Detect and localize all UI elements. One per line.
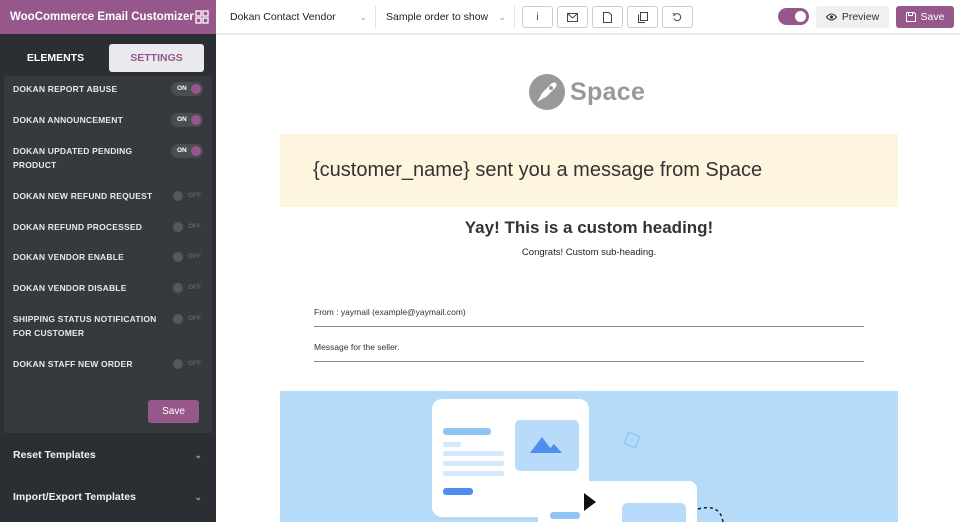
accordion-label: Reset Templates [13,449,96,461]
toggle-label: DOKAN NEW REFUND REQUEST [13,191,153,201]
toggle-label: DOKAN STAFF NEW ORDER [13,359,133,369]
toggle-row-shipping-status: SHIPPING STATUS NOTIFICATION FOR CUSTOME… [13,312,203,340]
toggle-row-refund-processed: DOKAN REFUND PROCESSED OFF [13,220,203,234]
toggle-switch[interactable]: OFF [171,357,203,371]
refresh-icon [672,12,682,21]
toggle-label: DOKAN ANNOUNCEMENT [13,115,124,125]
save-button[interactable]: Save [896,6,954,28]
illustration-image [432,399,724,522]
chevron-down-icon: ⌄ [498,11,506,22]
template-select[interactable]: Dokan Contact Vendor ⌄ [230,6,376,28]
sidebar-header: WooCommerce Email Customizer [0,0,216,34]
toggle-switch[interactable]: OFF [171,189,203,203]
toggle-label: DOKAN VENDOR ENABLE [13,252,125,262]
document-button[interactable] [592,6,623,28]
accordion-import-export[interactable]: Import/Export Templates ⌄ [0,477,216,517]
chevron-down-icon: ⌄ [194,491,202,502]
accordion-reset-templates[interactable]: Reset Templates ⌄ [0,435,216,475]
grid-icon[interactable] [195,10,209,24]
toggle-row-staff-new-order: DOKAN STAFF NEW ORDER OFF [13,357,203,371]
email-subheading[interactable]: Congrats! Custom sub-heading. [280,247,898,258]
email-heading[interactable]: Yay! This is a custom heading! [280,218,898,238]
toggle-switch[interactable]: OFF [171,250,203,264]
toggle-label: SHIPPING STATUS NOTIFICATION FOR CUSTOME… [13,314,157,338]
toggle-switch[interactable]: ON [171,82,203,96]
toggle-switch[interactable]: OFF [171,220,203,234]
app-title: WooCommerce Email Customizer [10,11,194,23]
sidebar-tabs: ELEMENTS SETTINGS [8,44,204,72]
toggle-switch[interactable]: OFF [171,312,203,326]
save-label: Save [920,11,945,23]
file-icon [603,11,612,23]
banner-text: {customer_name} sent you a message from … [313,159,763,181]
toggle-switch[interactable]: ON [171,144,203,158]
logo: Space [528,73,645,111]
copy-icon [637,11,648,23]
toggle-row-announcement: DOKAN ANNOUNCEMENT ON [13,113,203,127]
chevron-down-icon: ⌄ [359,11,367,22]
sidebar-save-button[interactable]: Save [148,400,199,423]
toggle-row-new-refund-request: DOKAN NEW REFUND REQUEST OFF [13,189,203,203]
envelope-icon [567,12,578,22]
tab-settings[interactable]: SETTINGS [109,44,204,72]
logo-text: Space [570,77,646,106]
order-select-value: Sample order to show [386,11,489,23]
toggle-row-report-abuse: DOKAN REPORT ABUSE ON [13,82,203,96]
toggle-switch[interactable]: OFF [171,281,203,295]
tab-elements[interactable]: ELEMENTS [8,44,103,72]
toggle-label: DOKAN VENDOR DISABLE [13,283,127,293]
preview-button[interactable]: Preview [816,6,889,28]
rocket-logo-icon [529,74,565,110]
email-banner[interactable]: {customer_name} sent you a message from … [280,134,898,207]
topbar: Dokan Contact Vendor ⌄ Sample order to s… [216,0,960,34]
accordion-label: Import/Export Templates [13,491,136,503]
sidebar: WooCommerce Email Customizer ELEMENTS SE… [0,0,216,522]
settings-panel: DOKAN REPORT ABUSE ON DOKAN ANNOUNCEMENT… [4,76,212,433]
toggle-switch[interactable]: ON [171,113,203,127]
from-field[interactable]: From : yaymail (example@yaymail.com) [314,307,864,327]
reset-button[interactable] [662,6,693,28]
toggle-label: DOKAN UPDATED PENDING PRODUCT [13,146,133,170]
copy-button[interactable] [627,6,658,28]
template-select-value: Dokan Contact Vendor [230,11,336,23]
message-field[interactable]: Message for the seller. [314,342,864,362]
hero-illustration[interactable] [280,391,898,522]
chevron-down-icon: ⌄ [194,449,202,460]
info-button[interactable]: i [522,6,553,28]
toggle-label: DOKAN REPORT ABUSE [13,84,118,94]
email-preview: Space {customer_name} sent you a message… [216,35,960,522]
toggle-row-vendor-disable: DOKAN VENDOR DISABLE OFF [13,281,203,295]
email-enable-toggle[interactable] [778,8,809,25]
toggle-label: DOKAN REFUND PROCESSED [13,222,143,232]
eye-icon [825,13,837,21]
toggle-row-vendor-enable: DOKAN VENDOR ENABLE OFF [13,250,203,264]
order-select[interactable]: Sample order to show ⌄ [386,6,515,28]
email-button[interactable] [557,6,588,28]
save-icon [905,12,916,22]
toggle-row-updated-pending-product: DOKAN UPDATED PENDING PRODUCT ON [13,144,203,172]
info-icon: i [536,11,539,23]
preview-label: Preview [841,11,880,23]
